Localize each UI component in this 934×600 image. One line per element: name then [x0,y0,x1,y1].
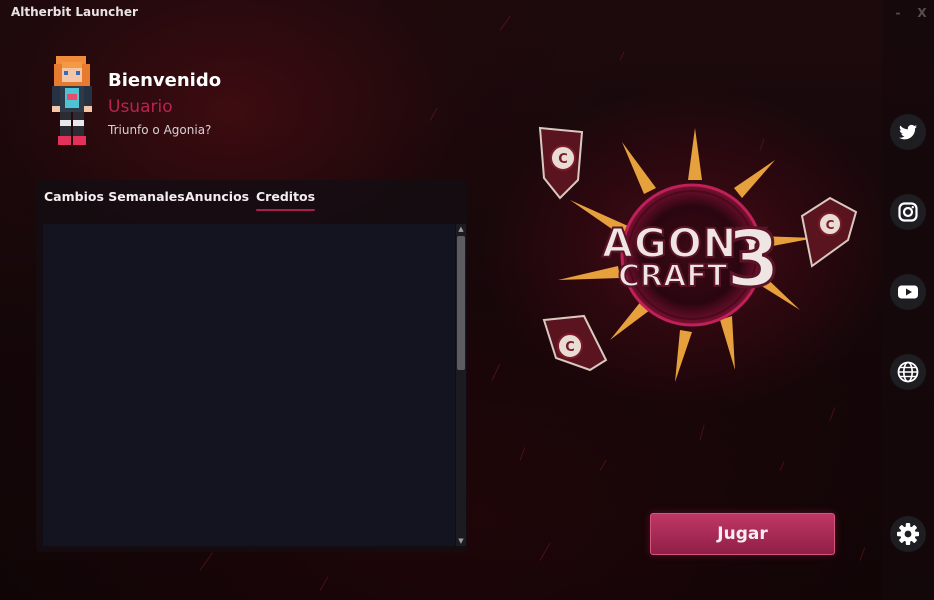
tab-cambios-semanales[interactable]: Cambios Semanales [44,189,185,204]
play-button[interactable]: Jugar [650,513,835,555]
tab-anuncios[interactable]: Anuncios [185,189,249,204]
svg-text:C: C [826,218,835,232]
username-label: Usuario [108,97,173,117]
player-avatar [52,56,92,145]
clock-flag-bottom-left: C [542,314,608,372]
logo-title-line2: CRAFT [618,259,728,294]
clock-flag-top-left: C [538,126,584,200]
agonycraft-logo: C C C AGONY CRAFT 3 [538,126,858,382]
active-tab-indicator [256,209,316,211]
news-panel: Cambios Semanales Anuncios Creditos ▲ ▼ [36,180,467,552]
tab-creditos[interactable]: Creditos [256,189,316,211]
website-button[interactable] [890,354,926,390]
twitter-icon [899,124,917,140]
news-content [43,224,455,546]
news-scrollbar[interactable]: ▲ ▼ [456,224,466,546]
launcher-window: Altherbit Launcher - X [0,0,934,600]
gear-icon [897,523,919,545]
svg-text:C: C [565,340,575,355]
instagram-icon [898,202,918,222]
app-title: Altherbit Launcher [11,5,138,19]
twitter-button[interactable] [890,114,926,150]
settings-button[interactable] [890,516,926,552]
scroll-down-icon[interactable]: ▼ [456,536,466,546]
globe-icon [897,361,919,383]
title-bar: Altherbit Launcher - X [0,0,934,26]
logo-number: 3 [726,215,780,305]
welcome-heading: Bienvenido [108,70,222,91]
clock-flag-right: C [800,196,858,268]
instagram-button[interactable] [890,194,926,230]
scroll-thumb[interactable] [457,236,465,370]
tagline-text: Triunfo o Agonia? [108,123,212,137]
tab-creditos-label: Creditos [256,189,316,204]
scroll-up-icon[interactable]: ▲ [456,224,466,234]
youtube-button[interactable] [890,274,926,310]
svg-text:C: C [558,152,568,167]
youtube-icon [898,285,918,299]
